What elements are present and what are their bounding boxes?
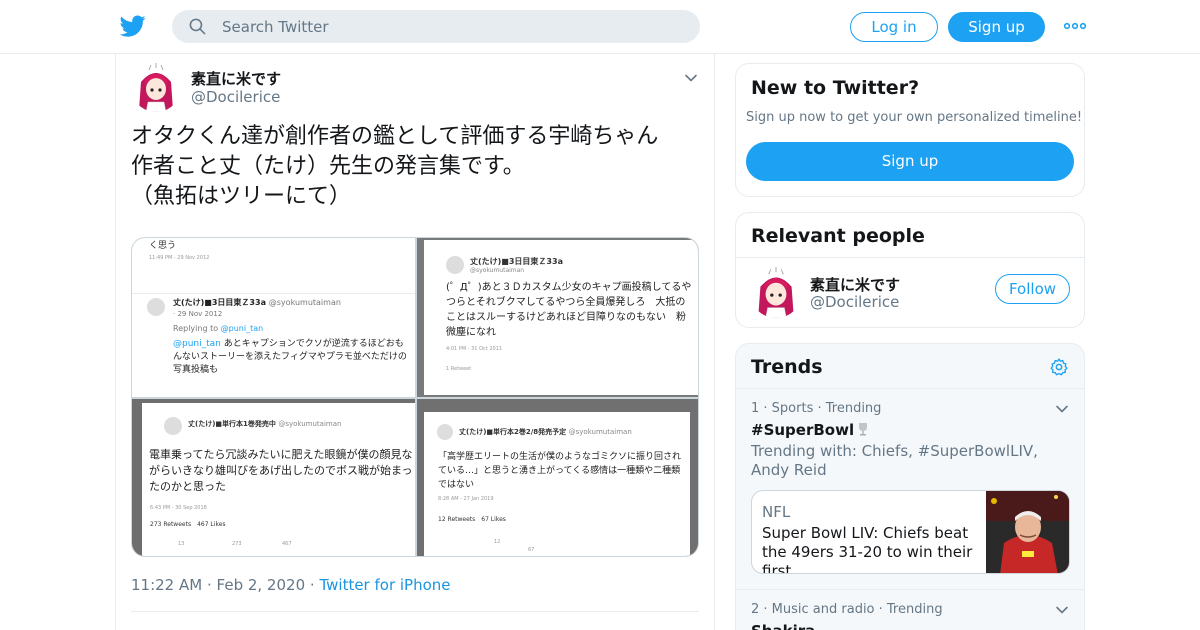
tweet-text: オタクくん達が創作者の鑑として評価する宇崎ちゃん 作者こと丈（たけ）先生の発言集… <box>131 124 659 209</box>
trends-box: Trends 1 · Sports · Trending #SuperBowl … <box>735 343 1085 630</box>
divider <box>131 611 699 612</box>
trend-related: Trending with: Chiefs, #SuperBowlLIV, An… <box>751 442 1038 479</box>
divider <box>736 589 1084 590</box>
avatar[interactable] <box>131 62 181 112</box>
tweet-media-grid[interactable]: く思う 11:49 PM - 29 Nov 2012 丈(たけ)■3日目東Ｚ33… <box>131 237 699 557</box>
media-panel-3[interactable]: 丈(たけ)■単行本1巻発売中 @syokumutaiman 電車乗ってたら冗談み… <box>132 399 415 556</box>
new-to-twitter-title: New to Twitter? <box>751 77 920 99</box>
person-name[interactable]: 素直に米です <box>810 274 900 295</box>
panel-count: 12 <box>494 539 501 545</box>
search-bar[interactable] <box>172 10 700 43</box>
display-name[interactable]: 素直に米です <box>191 68 281 89</box>
tweet-column: 素直に米です @Docilerice オタクくん達が創作者の鑑として評価する宇崎… <box>115 54 715 630</box>
panel-date: 8:28 AM - 27 Jan 2019 <box>438 496 494 502</box>
panel-handle: @syokumutaiman <box>278 420 342 428</box>
top-navbar: Log in Sign up <box>0 0 1200 54</box>
panel-body: 電車乗ってたら冗談みたいに肥えた眼鏡が僕の顔見ながらいきなり雄叫びをあげ出したの… <box>149 448 413 493</box>
person-handle[interactable]: @Docilerice <box>810 293 899 311</box>
new-to-twitter-box: New to Twitter? Sign up now to get your … <box>735 63 1085 197</box>
panel-avatar <box>147 298 165 316</box>
panel-count: 467 <box>282 541 292 547</box>
signup-button[interactable]: Sign up <box>948 12 1045 42</box>
trend-meta: 2 · Music and radio · Trending <box>751 602 943 617</box>
panel-date: 6:43 PM - 30 Sep 2018 <box>150 505 207 511</box>
avatar[interactable] <box>750 266 802 318</box>
panel-body: (゜Д゜)あと３Ｄカスタム少女のキャプ画投稿してるやつらとそれブクマしてるやつら… <box>446 282 692 338</box>
panel-text: く思う <box>149 241 177 251</box>
search-icon <box>189 18 206 35</box>
new-to-twitter-subtitle: Sign up now to get your own personalized… <box>746 110 1083 125</box>
trends-title: Trends <box>751 356 823 378</box>
panel-stats: 1 Retweet <box>446 366 472 372</box>
trophy-icon <box>859 423 868 436</box>
panel-body: 「高学歴エリートの生活が僕のようなゴミクソに振り回されている…」と思うと湧き上が… <box>438 452 682 490</box>
news-source: NFL <box>762 503 791 521</box>
media-panel-4[interactable]: 丈(たけ)■単行本2巻2/8発売予定 @syokumutaiman 「高学歴エリ… <box>417 399 698 556</box>
relevant-people-box: Relevant people 素直に米です @Docilerice Follo… <box>735 212 1085 328</box>
chevron-down-icon[interactable] <box>1054 401 1070 417</box>
panel-date: · 29 Nov 2012 <box>173 310 223 318</box>
avatar-illustration <box>750 266 802 318</box>
panel-stats: 12 Retweets 67 Likes <box>438 516 506 523</box>
login-button[interactable]: Log in <box>850 12 938 42</box>
panel-date: 11:49 PM - 29 Nov 2012 <box>149 255 210 261</box>
panel-author: 丈(たけ)■3日目東Ｚ33a <box>173 298 266 307</box>
media-panel-2[interactable]: 丈(たけ)■3日目東Ｚ33a @syokumutaiman (゜Д゜)あと３Ｄカ… <box>417 238 698 397</box>
panel-count: 273 <box>232 541 242 547</box>
trend-meta: 1 · Sports · Trending <box>751 401 882 416</box>
sidebar-signup-button[interactable]: Sign up <box>746 142 1074 181</box>
chevron-down-icon[interactable] <box>1054 602 1070 618</box>
news-thumbnail <box>986 491 1069 573</box>
tweet-meta: 11:22 AM · Feb 2, 2020 · Twitter for iPh… <box>131 576 451 594</box>
panel-reply-to: @puni_tan <box>220 324 264 333</box>
panel-date: 4:01 PM - 31 Oct 2011 <box>446 346 503 352</box>
panel-handle: @syokumutaiman <box>568 428 632 436</box>
media-panel-1[interactable]: く思う 11:49 PM - 29 Nov 2012 丈(たけ)■3日目東Ｚ33… <box>132 238 415 397</box>
search-input[interactable] <box>222 10 682 43</box>
relevant-people-title: Relevant people <box>751 225 925 247</box>
panel-mention: @puni_tan <box>173 339 221 349</box>
tweet-time[interactable]: 11:22 AM <box>131 576 202 594</box>
news-headline: Super Bowl LIV: Chiefs beat the 49ers 31… <box>762 524 973 574</box>
divider <box>736 257 1084 258</box>
avatar-illustration <box>131 62 181 112</box>
panel-stats: 273 Retweets 467 Likes <box>150 521 226 528</box>
panel-reply-label: Replying to <box>173 324 219 333</box>
panel-author: 丈(たけ)■単行本2巻2/8発売予定 <box>459 428 567 436</box>
user-handle[interactable]: @Docilerice <box>191 88 280 106</box>
divider <box>736 388 1084 389</box>
news-card[interactable]: NFL Super Bowl LIV: Chiefs beat the 49er… <box>751 490 1070 574</box>
follow-button[interactable]: Follow <box>995 274 1070 304</box>
tweet-source-link[interactable]: Twitter for iPhone <box>319 576 450 594</box>
panel-count: 13 <box>178 541 185 547</box>
chevron-down-icon[interactable] <box>683 70 699 86</box>
twitter-bird-icon[interactable] <box>120 13 146 39</box>
panel-count: 67 <box>528 547 535 553</box>
trend-name[interactable]: #SuperBowl <box>751 421 871 439</box>
trend-name[interactable]: Shakira <box>751 622 815 630</box>
gear-icon[interactable] <box>1049 357 1069 377</box>
more-dots-icon[interactable] <box>1063 17 1087 35</box>
panel-handle: @syokumutaiman <box>268 298 341 307</box>
panel-author: 丈(たけ)■単行本1巻発売中 <box>188 420 276 428</box>
panel-handle: @syokumutaiman <box>470 267 525 274</box>
tweet-date[interactable]: Feb 2, 2020 <box>217 576 306 594</box>
panel-author: 丈(たけ)■3日目東Ｚ33a <box>470 257 563 266</box>
